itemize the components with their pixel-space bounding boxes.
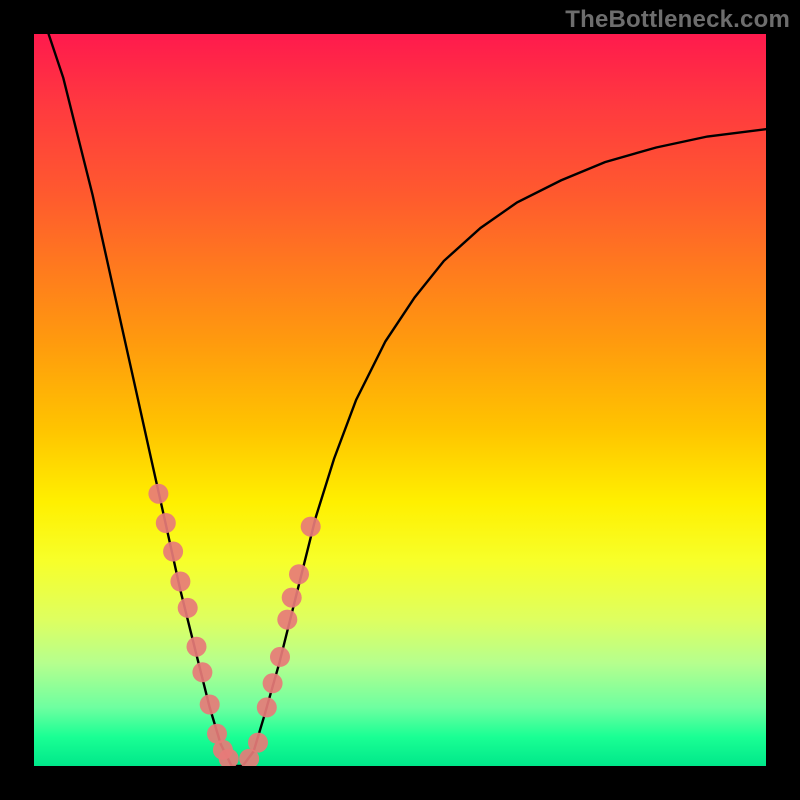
bottleneck-curve	[49, 34, 766, 766]
marker-dot	[282, 588, 302, 608]
highlighted-points	[148, 484, 320, 766]
marker-dot	[257, 697, 277, 717]
marker-dot	[277, 610, 297, 630]
marker-dot	[263, 673, 283, 693]
marker-dot	[163, 542, 183, 562]
chart-frame: TheBottleneck.com	[0, 0, 800, 800]
marker-dot	[170, 572, 190, 592]
marker-dot	[248, 733, 268, 753]
marker-dot	[289, 564, 309, 584]
marker-dot	[200, 695, 220, 715]
marker-dot	[156, 513, 176, 533]
marker-dot	[301, 517, 321, 537]
watermark-text: TheBottleneck.com	[565, 6, 790, 34]
marker-dot	[178, 598, 198, 618]
marker-dot	[270, 647, 290, 667]
chart-svg	[34, 34, 766, 766]
marker-dot	[148, 484, 168, 504]
marker-dot	[192, 662, 212, 682]
plot-area	[34, 34, 766, 766]
marker-dot	[187, 637, 207, 657]
